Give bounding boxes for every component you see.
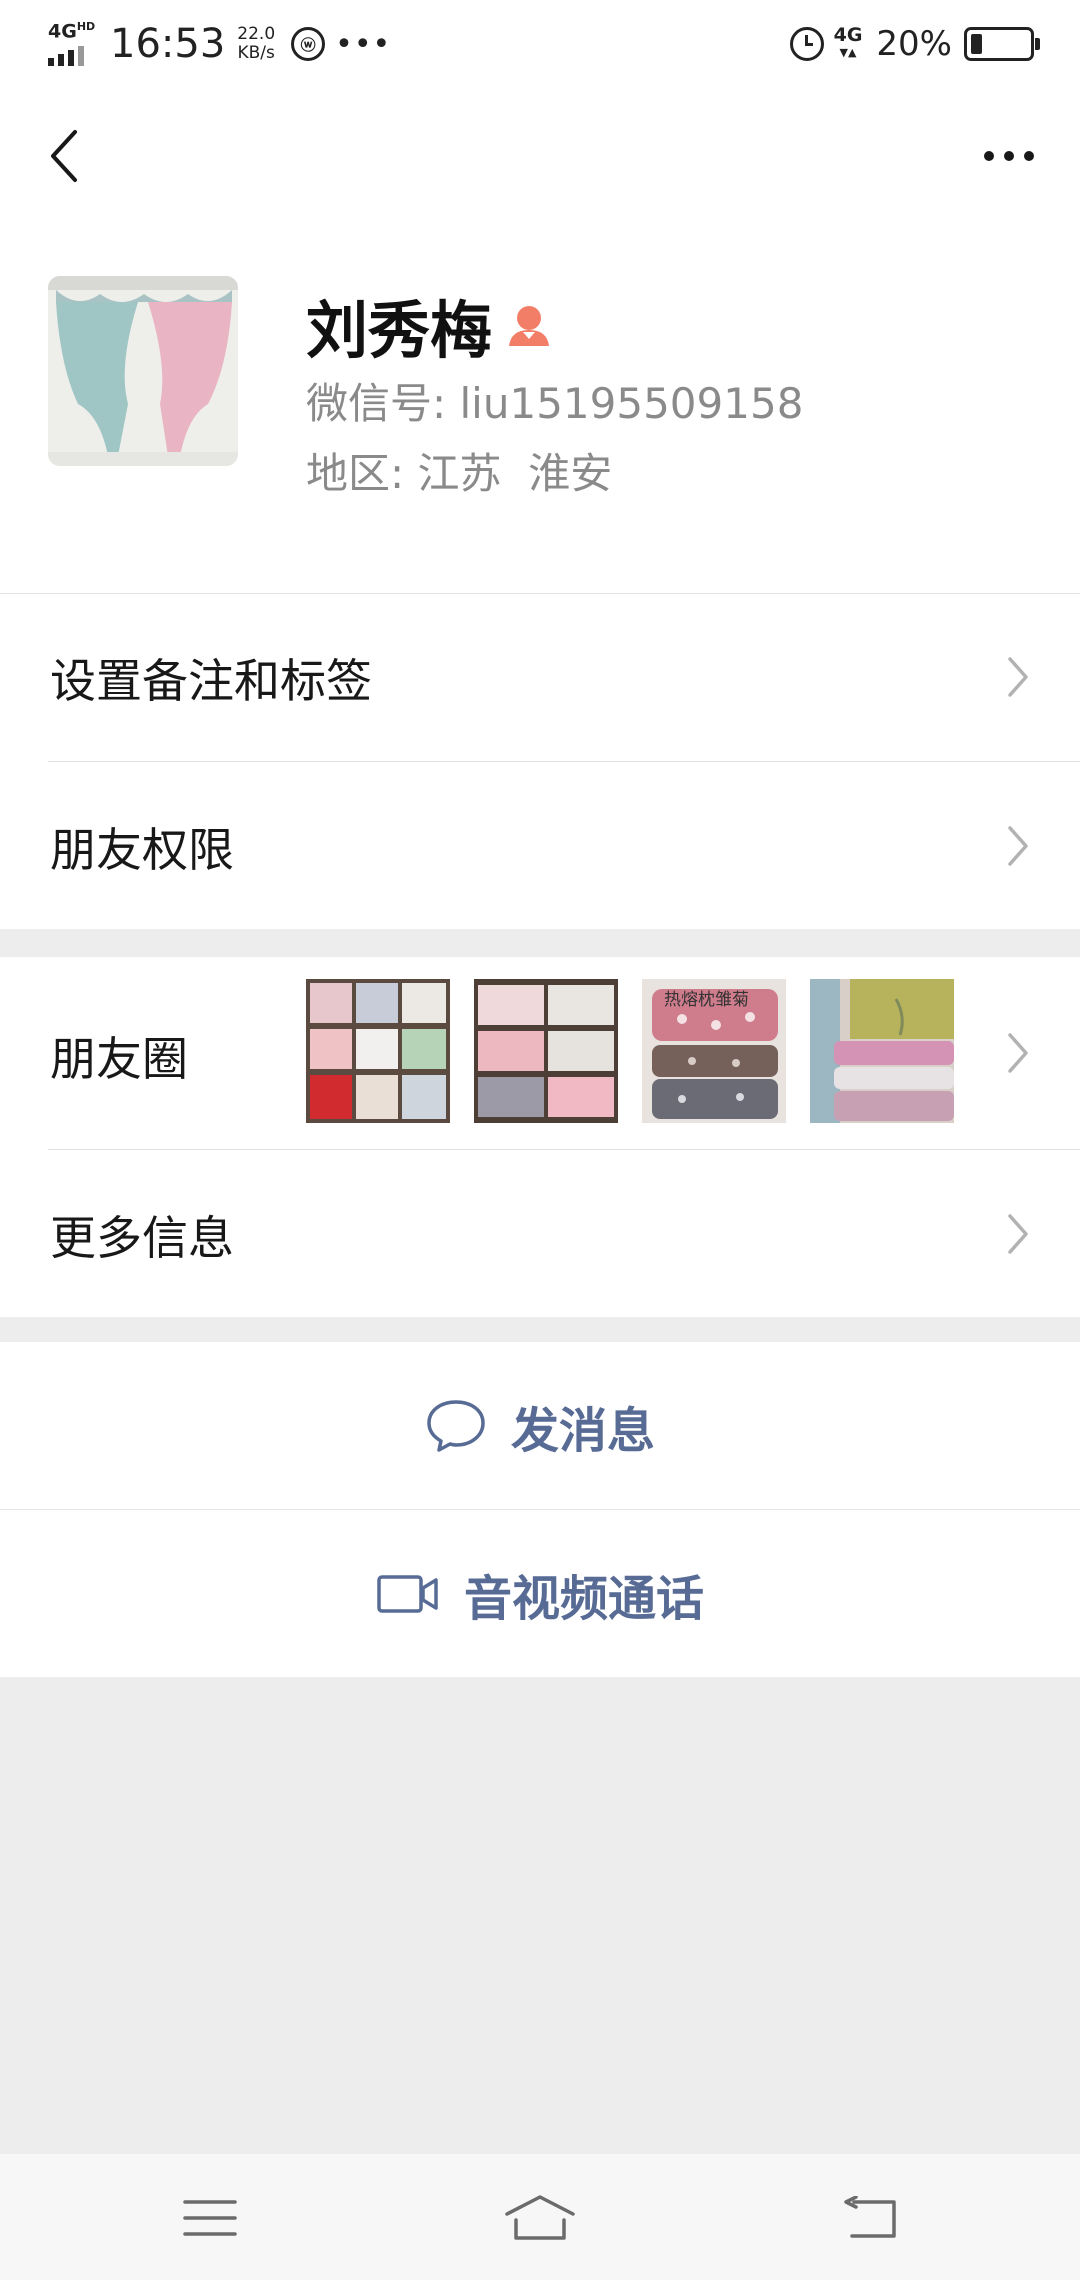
wechat-id: 微信号: liu15195509158 [306, 379, 804, 428]
pillow-fabric-photo [810, 979, 954, 1123]
chevron-right-icon [1008, 826, 1028, 866]
network-speed: 22.0 KB/s [237, 24, 276, 63]
friend-permissions-row[interactable]: 朋友权限 [0, 762, 1080, 929]
signal-4g-right-icon: 4G ▼▲ [833, 24, 863, 60]
moments-thumbnails: 热熔枕雏菊 [306, 979, 954, 1123]
photo-caption: 热熔枕雏菊 [664, 990, 749, 1010]
home-icon [505, 2195, 575, 2240]
avatar[interactable] [48, 276, 238, 466]
chevron-right-icon [1008, 657, 1028, 697]
more-options-button[interactable] [964, 116, 1054, 196]
send-message-button[interactable]: 发消息 [0, 1342, 1080, 1509]
more-info-label: 更多信息 [50, 1211, 234, 1265]
more-dots-icon [984, 151, 994, 161]
moments-label: 朋友圈 [50, 1032, 188, 1086]
profile-name: 刘秀梅 [306, 294, 493, 367]
more-notifications-icon: ••• [335, 26, 392, 62]
status-bar: 4GHD 16:53 22.0 KB/s ⓦ ••• 4G ▼▲ 20% [0, 0, 1080, 90]
more-info-row[interactable]: 更多信息 [0, 1150, 1080, 1317]
region: 地区: 江苏 淮安 [306, 449, 613, 498]
chevron-right-icon [1008, 1033, 1028, 1073]
back-nav-button[interactable] [810, 2178, 930, 2258]
menu-button[interactable] [150, 2178, 270, 2258]
remark-tags-row[interactable]: 设置备注和标签 [0, 593, 1080, 761]
name-row: 刘秀梅 [306, 280, 552, 370]
clock: 16:53 [110, 21, 226, 67]
back-button[interactable] [28, 116, 100, 196]
menu-icon [183, 2200, 237, 2236]
pillow-stack-photo [474, 979, 618, 1123]
send-message-label: 发消息 [510, 1402, 655, 1459]
friend-permissions-label: 朋友权限 [50, 823, 234, 877]
settings-group: 设置备注和标签 朋友权限 [0, 593, 1080, 929]
signal-4g-icon: 4GHD [46, 20, 104, 68]
alarm-icon [789, 27, 824, 61]
app-notification-icon: ⓦ [291, 27, 326, 61]
pillow-floral-photo: 热熔枕雏菊 [642, 979, 786, 1123]
video-call-button[interactable]: 音视频通话 [0, 1510, 1080, 1677]
profile-header: 刘秀梅 微信号: liu15195509158 地区: 江苏 淮安 [0, 220, 1080, 593]
back-icon [844, 2196, 896, 2238]
moments-group: 朋友圈 热熔枕雏菊 更多信息 [0, 957, 1080, 1317]
status-right: 4G ▼▲ 20% [789, 14, 1040, 74]
chat-bubble-icon [427, 1399, 485, 1452]
remark-tags-label: 设置备注和标签 [50, 654, 372, 708]
battery-percent: 20% [876, 24, 952, 64]
system-nav-bar [0, 2154, 1080, 2280]
battery-icon [964, 27, 1040, 61]
chevron-right-icon [1008, 1214, 1028, 1254]
moments-row[interactable]: 朋友圈 热熔枕雏菊 [0, 957, 1080, 1149]
top-nav-bar [0, 90, 1080, 220]
curtain-avatar-image [48, 276, 238, 466]
female-user-icon [509, 306, 550, 346]
home-button[interactable] [480, 2178, 600, 2258]
video-camera-icon [377, 1574, 438, 1613]
status-left: 4GHD 16:53 22.0 KB/s ⓦ ••• [46, 14, 391, 74]
video-call-label: 音视频通话 [463, 1570, 704, 1627]
chevron-left-icon [51, 130, 77, 182]
pillow-grid-photo [306, 979, 450, 1123]
